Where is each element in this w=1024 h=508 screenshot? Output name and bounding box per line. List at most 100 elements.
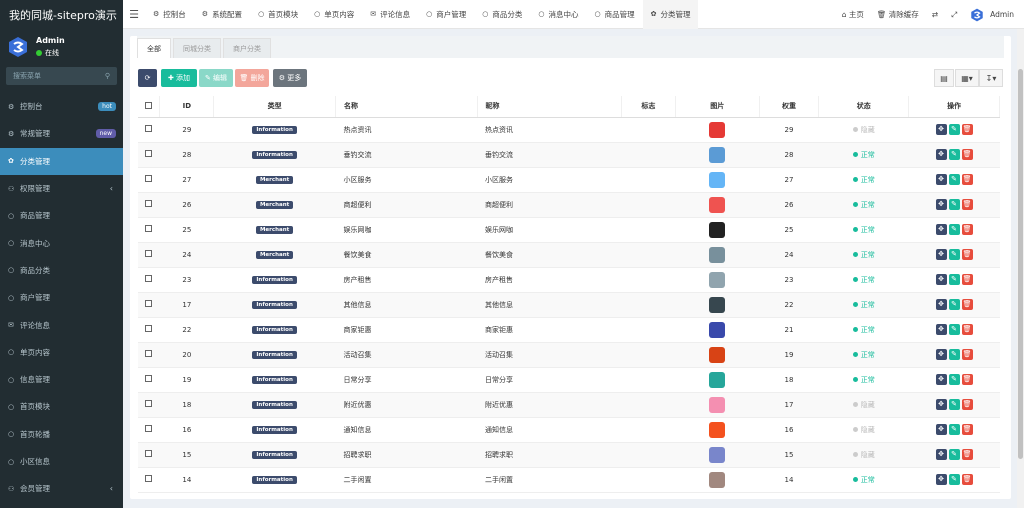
table-row[interactable]: 29 Information 热点资讯 热点资讯 29 隐藏 ✥ ✎ 🗑 bbox=[138, 117, 1000, 143]
drag-sort-button[interactable]: ✥ bbox=[935, 249, 947, 260]
column-header[interactable]: ID bbox=[159, 96, 215, 118]
drag-sort-button[interactable]: ✥ bbox=[935, 199, 947, 210]
row-checkbox[interactable] bbox=[145, 325, 153, 332]
delete-row-button[interactable]: 🗑 bbox=[961, 374, 973, 385]
sidebar-item-13[interactable]: ○ 小区信息 bbox=[0, 448, 123, 475]
column-header[interactable]: 昵称 bbox=[477, 96, 623, 118]
delete-row-button[interactable]: 🗑 bbox=[961, 249, 973, 260]
edit-row-button[interactable]: ✎ bbox=[948, 449, 960, 460]
top-tab-4[interactable]: ✉ 评论信息 bbox=[362, 0, 418, 29]
top-tab-8[interactable]: ○ 商品管理 bbox=[586, 0, 642, 29]
add-button[interactable]: ✚ 添加 bbox=[161, 69, 197, 87]
column-header[interactable]: 图片 bbox=[675, 96, 760, 118]
language-icon[interactable]: ⇄ bbox=[932, 10, 938, 19]
top-tab-1[interactable]: ⚙ 系统配置 bbox=[194, 0, 250, 29]
table-row[interactable]: 16 Information 通知信息 通知信息 16 隐藏 ✥ ✎ 🗑 bbox=[138, 417, 1000, 443]
edit-row-button[interactable]: ✎ bbox=[948, 349, 960, 360]
sidebar-item-12[interactable]: ○ 首页轮播 bbox=[0, 421, 123, 448]
select-all-checkbox[interactable] bbox=[145, 101, 153, 109]
row-checkbox[interactable] bbox=[145, 350, 153, 357]
more-button[interactable]: ⚙ 更多 bbox=[273, 69, 307, 87]
drag-sort-button[interactable]: ✥ bbox=[935, 149, 947, 160]
column-header[interactable]: 操作 bbox=[908, 96, 1000, 118]
category-image-icon[interactable] bbox=[709, 446, 726, 463]
category-image-icon[interactable] bbox=[709, 346, 726, 363]
row-checkbox[interactable] bbox=[145, 175, 153, 182]
column-header[interactable]: 权重 bbox=[759, 96, 820, 118]
page-scrollbar[interactable] bbox=[1017, 29, 1024, 508]
hamburger-icon[interactable]: ☰ bbox=[123, 8, 145, 21]
row-checkbox[interactable] bbox=[145, 250, 153, 257]
filter-tab-0[interactable]: 全部 bbox=[137, 38, 171, 58]
category-image-icon[interactable] bbox=[709, 371, 726, 388]
drag-sort-button[interactable]: ✥ bbox=[935, 474, 947, 485]
column-header[interactable]: 名称 bbox=[335, 96, 478, 118]
category-image-icon[interactable] bbox=[709, 421, 726, 438]
drag-sort-button[interactable]: ✥ bbox=[935, 174, 947, 185]
sidebar-item-14[interactable]: ⚇ 会员管理 ‹ bbox=[0, 475, 123, 502]
row-checkbox[interactable] bbox=[145, 125, 153, 132]
category-image-icon[interactable] bbox=[709, 396, 726, 413]
filter-tab-1[interactable]: 同城分类 bbox=[173, 38, 221, 58]
delete-row-button[interactable]: 🗑 bbox=[961, 274, 973, 285]
drag-sort-button[interactable]: ✥ bbox=[935, 449, 947, 460]
table-row[interactable]: 28 Information 垂钓交流 垂钓交流 28 正常 ✥ ✎ 🗑 bbox=[138, 142, 1000, 168]
table-row[interactable]: 22 Information 商家钜惠 商家钜惠 21 正常 ✥ ✎ 🗑 bbox=[138, 317, 1000, 343]
row-checkbox[interactable] bbox=[145, 475, 153, 482]
row-checkbox[interactable] bbox=[145, 300, 153, 307]
edit-row-button[interactable]: ✎ bbox=[948, 324, 960, 335]
refresh-button[interactable]: ⟳ bbox=[138, 69, 157, 87]
app-title[interactable]: 我的同城-sitepro演示 bbox=[0, 0, 123, 29]
edit-row-button[interactable]: ✎ bbox=[948, 124, 960, 135]
table-row[interactable]: 27 Merchant 小区服务 小区服务 27 正常 ✥ ✎ 🗑 bbox=[138, 167, 1000, 193]
category-image-icon[interactable] bbox=[709, 221, 726, 238]
column-header[interactable]: 状态 bbox=[818, 96, 910, 118]
table-row[interactable]: 17 Information 其他信息 其他信息 22 正常 ✥ ✎ 🗑 bbox=[138, 292, 1000, 318]
export-dropdown-icon[interactable]: ↧▾ bbox=[979, 69, 1003, 87]
drag-sort-button[interactable]: ✥ bbox=[935, 399, 947, 410]
delete-row-button[interactable]: 🗑 bbox=[961, 224, 973, 235]
table-row[interactable]: 25 Merchant 娱乐网咖 娱乐网咖 25 正常 ✥ ✎ 🗑 bbox=[138, 217, 1000, 243]
category-image-icon[interactable] bbox=[709, 171, 726, 188]
sidebar-item-3[interactable]: ⚇ 权限管理 ‹ bbox=[0, 175, 123, 202]
delete-row-button[interactable]: 🗑 bbox=[961, 174, 973, 185]
edit-row-button[interactable]: ✎ bbox=[948, 399, 960, 410]
delete-row-button[interactable]: 🗑 bbox=[961, 299, 973, 310]
delete-button[interactable]: 🗑 删除 bbox=[235, 69, 269, 87]
sidebar-item-0[interactable]: ⚙ 控制台 hot bbox=[0, 93, 123, 120]
edit-row-button[interactable]: ✎ bbox=[948, 249, 960, 260]
drag-sort-button[interactable]: ✥ bbox=[935, 349, 947, 360]
drag-sort-button[interactable]: ✥ bbox=[935, 324, 947, 335]
drag-sort-button[interactable]: ✥ bbox=[935, 274, 947, 285]
drag-sort-button[interactable]: ✥ bbox=[935, 299, 947, 310]
edit-row-button[interactable]: ✎ bbox=[948, 424, 960, 435]
delete-row-button[interactable]: 🗑 bbox=[961, 124, 973, 135]
row-checkbox[interactable] bbox=[145, 375, 153, 382]
table-row[interactable]: 24 Merchant 餐饮美食 餐饮美食 24 正常 ✥ ✎ 🗑 bbox=[138, 242, 1000, 268]
table-row[interactable]: 26 Merchant 商超便利 商超便利 26 正常 ✥ ✎ 🗑 bbox=[138, 192, 1000, 218]
sidebar-item-5[interactable]: ○ 消息中心 bbox=[0, 229, 123, 256]
delete-row-button[interactable]: 🗑 bbox=[961, 399, 973, 410]
row-checkbox[interactable] bbox=[145, 200, 153, 207]
category-image-icon[interactable] bbox=[709, 271, 726, 288]
table-row[interactable]: 20 Information 活动召集 活动召集 19 正常 ✥ ✎ 🗑 bbox=[138, 342, 1000, 368]
edit-row-button[interactable]: ✎ bbox=[948, 274, 960, 285]
drag-sort-button[interactable]: ✥ bbox=[935, 224, 947, 235]
category-image-icon[interactable] bbox=[709, 146, 726, 163]
category-image-icon[interactable] bbox=[709, 121, 726, 138]
row-checkbox[interactable] bbox=[145, 225, 153, 232]
sidebar-item-9[interactable]: ○ 单页内容 bbox=[0, 339, 123, 366]
top-tab-6[interactable]: ○ 商品分类 bbox=[474, 0, 530, 29]
top-tab-9[interactable]: ✿ 分类管理 bbox=[642, 0, 699, 29]
drag-sort-button[interactable]: ✥ bbox=[935, 424, 947, 435]
home-link[interactable]: ⌂ 主页 bbox=[842, 9, 864, 20]
sidebar-item-2[interactable]: ✿ 分类管理 bbox=[0, 147, 123, 175]
edit-row-button[interactable]: ✎ bbox=[948, 224, 960, 235]
fullscreen-icon[interactable]: ⤢ bbox=[951, 10, 957, 20]
top-tab-5[interactable]: ○ 商户管理 bbox=[418, 0, 474, 29]
admin-menu[interactable]: Admin bbox=[970, 8, 1014, 22]
delete-row-button[interactable]: 🗑 bbox=[961, 199, 973, 210]
sidebar-item-11[interactable]: ○ 首页模块 bbox=[0, 393, 123, 420]
view-toggle-icon[interactable]: ▤ bbox=[934, 69, 954, 87]
table-row[interactable]: 14 Information 二手闲置 二手闲置 14 正常 ✥ ✎ 🗑 bbox=[138, 467, 1000, 493]
